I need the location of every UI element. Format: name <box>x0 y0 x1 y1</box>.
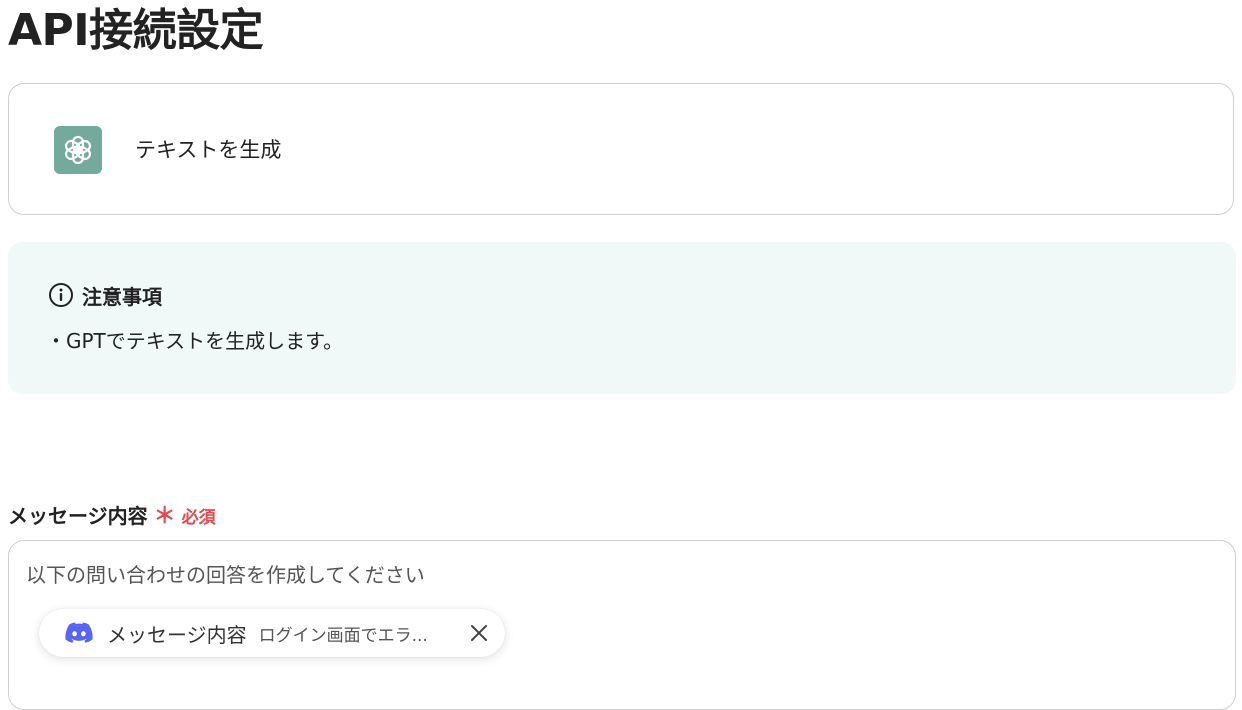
notice-title: 注意事項 <box>82 285 162 309</box>
close-icon[interactable] <box>467 621 491 645</box>
message-field-label-row: メッセージ内容 ＊ 必須 <box>8 498 216 530</box>
message-field-label: メッセージ内容 <box>8 504 148 528</box>
info-icon <box>48 282 74 312</box>
variable-chip-value: ログイン画面でエラ... <box>258 625 428 646</box>
openai-icon <box>54 126 102 174</box>
required-badge: 必須 <box>181 508 216 528</box>
variable-chip-name: メッセージ内容 <box>107 622 247 647</box>
required-asterisk: ＊ <box>153 504 176 529</box>
message-input-text[interactable]: 以下の問い合わせの回答を作成してください <box>26 561 425 589</box>
action-label: テキストを生成 <box>135 138 282 162</box>
notice-box: 注意事項 ・GPTでテキストを生成します。 <box>8 242 1236 394</box>
action-card: テキストを生成 <box>8 83 1234 215</box>
page-title: API接続設定 <box>8 5 264 56</box>
variable-chip[interactable]: メッセージ内容 ログイン画面でエラ... <box>39 609 505 657</box>
message-input[interactable]: 以下の問い合わせの回答を作成してください メッセージ内容 ログイン画面でエラ..… <box>8 540 1236 710</box>
discord-icon <box>65 622 93 644</box>
notice-body: ・GPTでテキストを生成します。 <box>46 329 344 353</box>
notice-header: 注意事項 <box>48 282 162 312</box>
